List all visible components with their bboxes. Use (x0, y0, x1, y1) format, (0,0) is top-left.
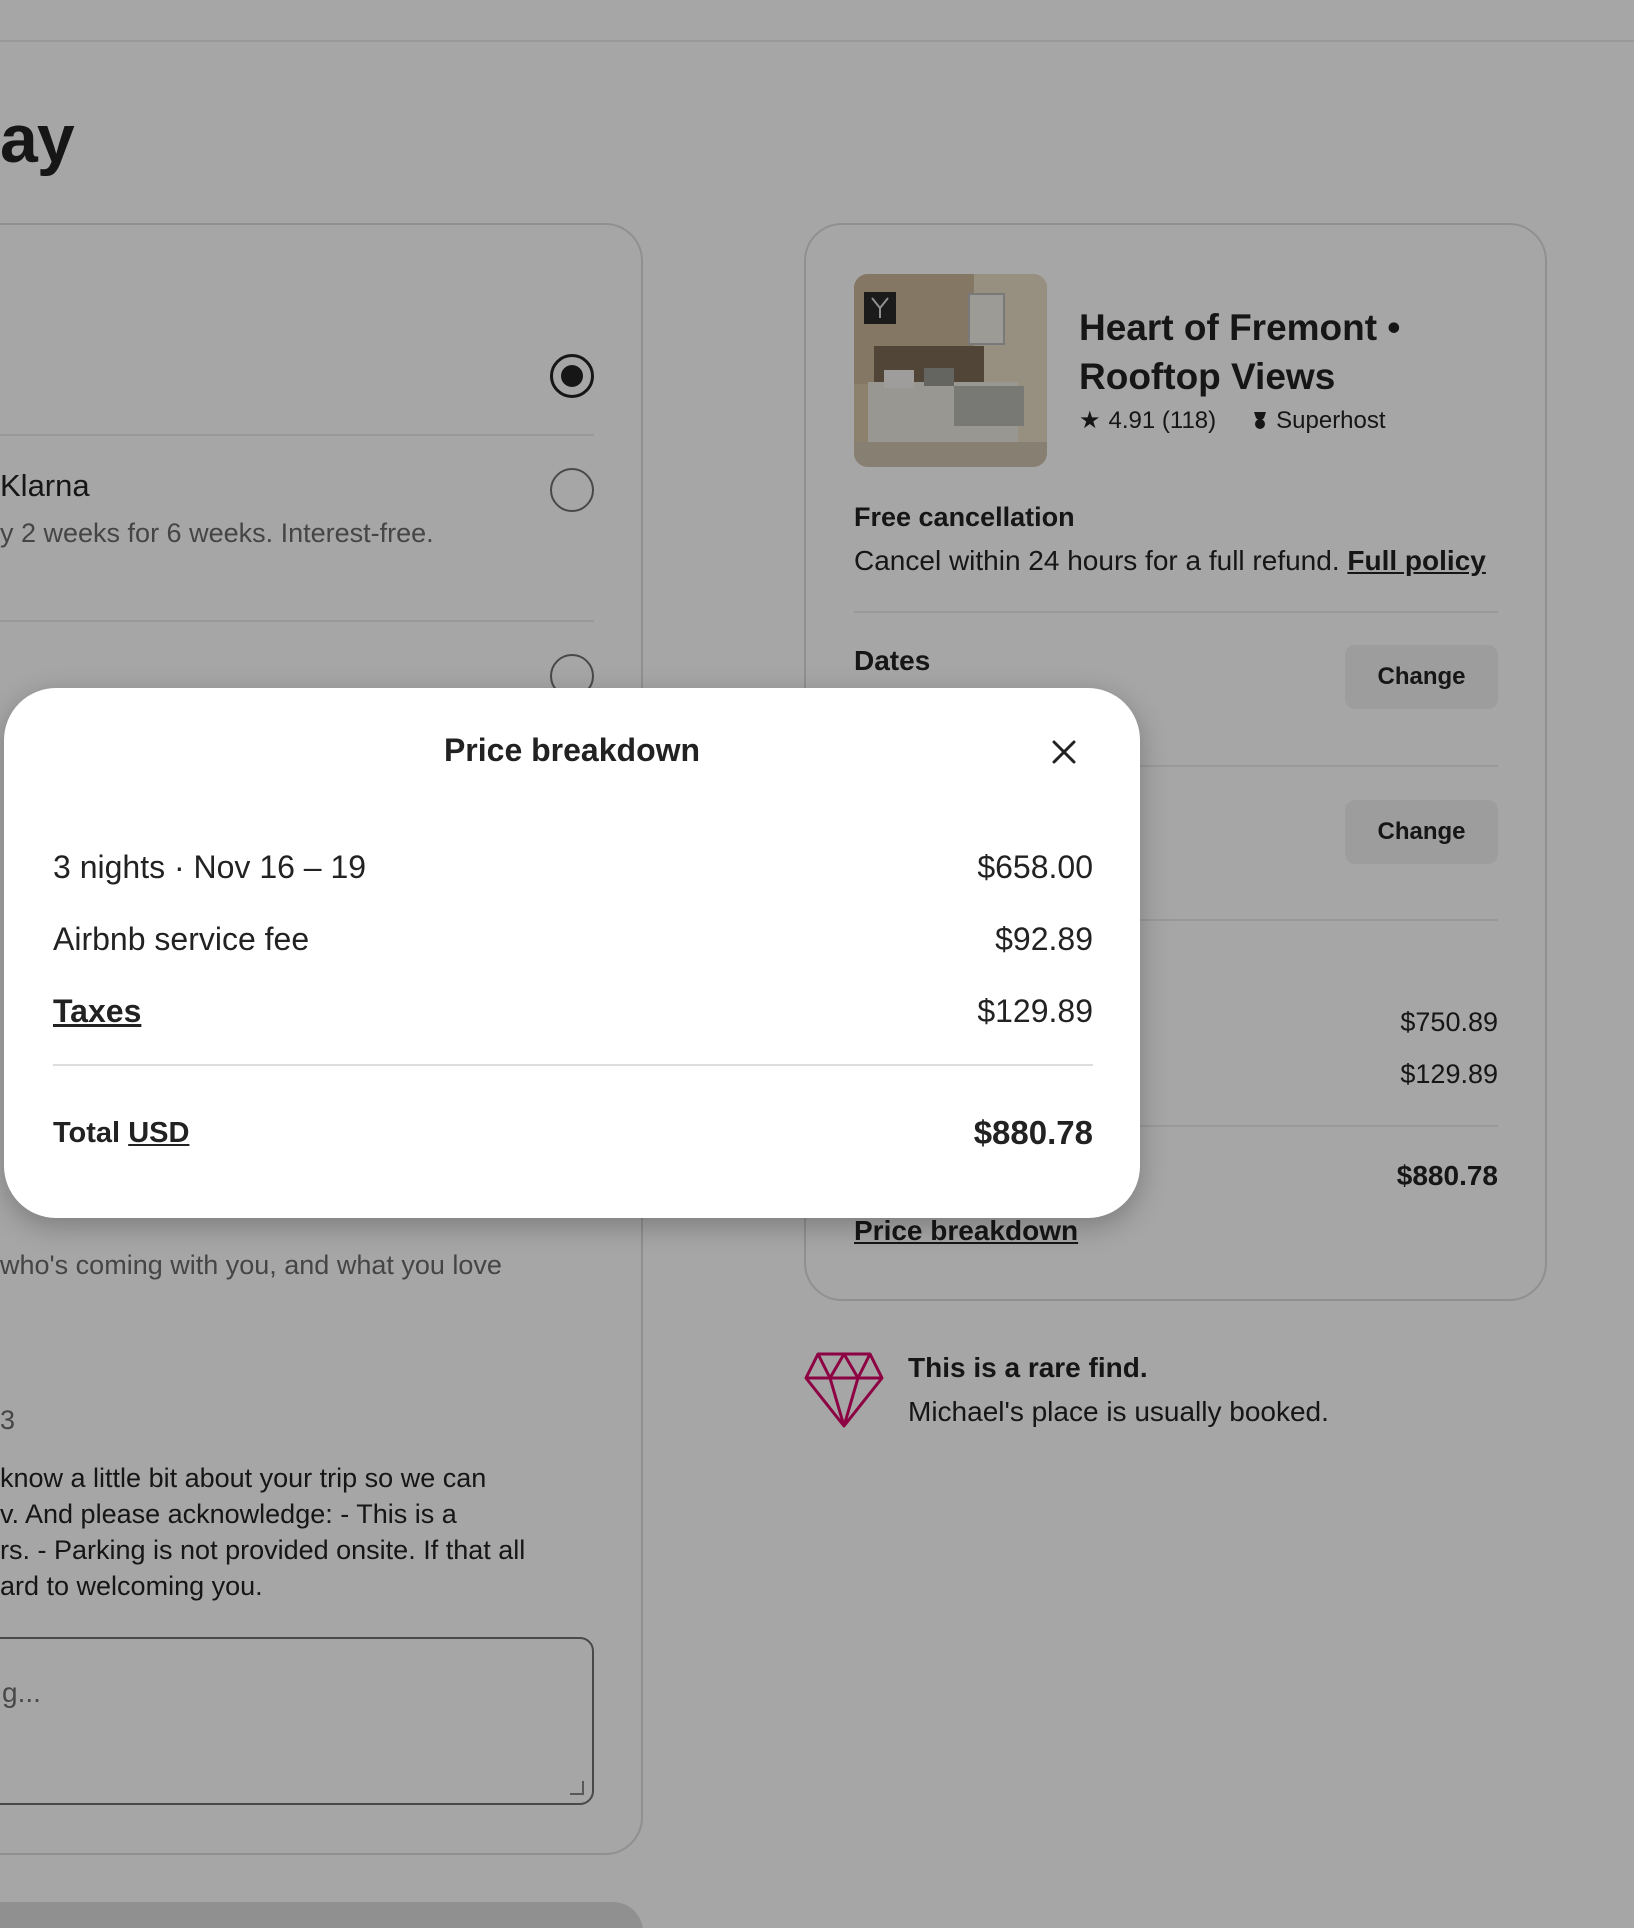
modal-divider (53, 1064, 1093, 1066)
nights-line-item: 3 nights · Nov 16 – 19 $658.00 (53, 842, 1093, 892)
currency-link[interactable]: USD (128, 1117, 189, 1149)
nights-amount: $658.00 (977, 848, 1093, 885)
service-fee-amount: $92.89 (995, 920, 1093, 957)
checkout-page: ay Klarna y 2 weeks for 6 weeks. Interes… (0, 0, 1634, 1928)
taxes-line-amount: $129.89 (977, 992, 1093, 1029)
taxes-line-item: Taxes $129.89 (53, 986, 1093, 1036)
nights-label: 3 nights · Nov 16 – 19 (53, 848, 367, 885)
taxes-link[interactable]: Taxes (53, 993, 141, 1030)
price-breakdown-modal: Price breakdown 3 nights · Nov 16 – 19 $… (4, 688, 1140, 1218)
modal-total-amount: $880.78 (973, 1114, 1093, 1151)
close-button[interactable] (1044, 732, 1084, 772)
total-text: Total (53, 1116, 121, 1149)
close-icon (1052, 740, 1076, 764)
total-line-item: Total USD $880.78 (53, 1108, 1093, 1158)
service-fee-label: Airbnb service fee (53, 920, 310, 957)
modal-title: Price breakdown (443, 732, 701, 768)
service-fee-line-item: Airbnb service fee $92.89 (53, 914, 1093, 964)
total-label: Total USD (53, 1117, 189, 1150)
